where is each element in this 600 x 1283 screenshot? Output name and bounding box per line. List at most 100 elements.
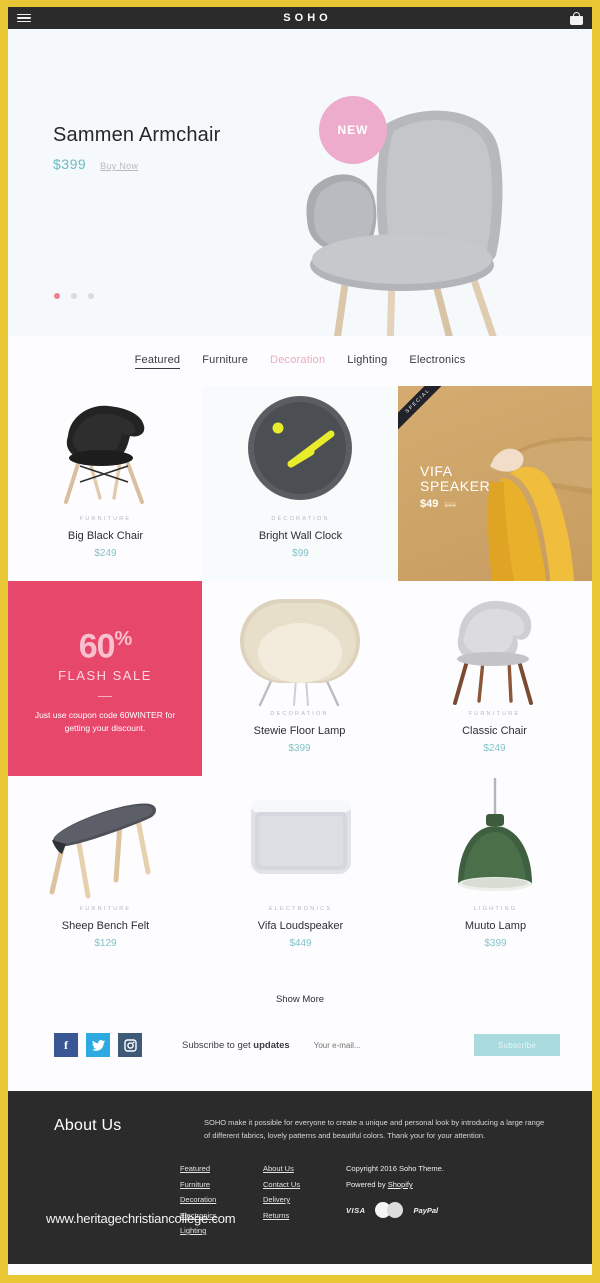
product-name: Vifa Loudspeaker (257, 920, 344, 932)
site-brand[interactable]: SOHO (31, 12, 570, 24)
footer-link-about-us[interactable]: About Us (263, 1164, 346, 1173)
copyright-text: Copyright 2016 Soho Theme. (346, 1164, 444, 1173)
shopify-link[interactable]: Shopify (388, 1180, 413, 1189)
category-filter-bar: Featured Furniture Decoration Lighting E… (8, 336, 592, 386)
footer-column-legal: Copyright 2016 Soho Theme. Powered by Sh… (346, 1164, 444, 1235)
footer-link-decoration[interactable]: Decoration (180, 1195, 263, 1204)
product-category: Electronics (268, 906, 333, 912)
hero-slider: Sammen Armchair $399 Buy Now NEW (8, 29, 592, 336)
show-more-section: Show More (8, 971, 592, 1033)
product-thumb (203, 776, 398, 906)
big-black-chair-image (64, 405, 145, 504)
newsletter-label-emphasis: updates (253, 1039, 290, 1051)
promo-card-vifa-speaker[interactable]: SPECIAL VIFA SPEAKER $49 $99 (398, 386, 592, 581)
product-card-classic-chair[interactable]: Furniture Classic Chair $249 (397, 581, 592, 776)
product-card-vifa-loudspeaker[interactable]: Electronics Vifa Loudspeaker $449 (203, 776, 398, 971)
footer-link-furniture[interactable]: Furniture (180, 1180, 263, 1189)
product-price: $399 (484, 938, 507, 949)
stewie-floor-lamp-image (240, 599, 360, 707)
paypal-icon: PayPal (413, 1205, 439, 1215)
product-category: Furniture (79, 516, 132, 522)
vifa-price-old: $99 (444, 502, 457, 509)
filter-lighting[interactable]: Lighting (347, 354, 387, 368)
filter-electronics[interactable]: Electronics (409, 354, 465, 368)
product-category: Decoration (270, 711, 329, 717)
hero-price: $399 (53, 156, 87, 172)
powered-by-text: Powered by Shopify (346, 1180, 413, 1189)
vifa-title: VIFA SPEAKER (420, 464, 490, 494)
product-name: Stewie Floor Lamp (253, 725, 346, 737)
watermark-text: www.heritagechristiancollege.com (46, 1211, 236, 1226)
filter-featured[interactable]: Featured (134, 354, 181, 369)
subscribe-button[interactable]: Subscribe (474, 1034, 560, 1056)
product-price: $449 (289, 938, 312, 949)
product-thumb (8, 776, 203, 906)
about-us-title: About Us (54, 1117, 122, 1134)
bag-icon[interactable] (570, 11, 583, 25)
twitter-icon[interactable] (86, 1033, 110, 1057)
product-thumb (398, 776, 592, 906)
product-card-bright-wall-clock[interactable]: Decoration Bright Wall Clock $99 (203, 386, 398, 581)
product-thumb (203, 386, 398, 516)
footer-link-lighting[interactable]: Lighting (180, 1226, 263, 1235)
hamburger-icon[interactable] (17, 13, 31, 23)
product-name: Sheep Bench Felt (61, 920, 150, 932)
footer-link-featured[interactable]: Featured (180, 1164, 263, 1173)
product-grid-row-1: Furniture Big Black Chair $249 D (8, 386, 592, 581)
product-card-stewie-floor-lamp[interactable]: Decoration Stewie Floor Lamp $399 (202, 581, 397, 776)
divider (98, 695, 112, 697)
carousel-dot-3[interactable] (88, 293, 94, 299)
footer-link-delivery[interactable]: Delivery (263, 1195, 346, 1204)
product-name: Classic Chair (462, 725, 527, 737)
product-grid-row-2: 60% FLASH SALE Just use coupon code 60WI… (8, 581, 592, 776)
vifa-price-new: $49 (420, 498, 439, 510)
visa-icon: VISA (346, 1205, 366, 1215)
product-card-sheep-bench-felt[interactable]: Furniture Sheep Bench Felt $129 (8, 776, 203, 971)
browser-viewport: SOHO Sammen Armchair $399 Buy Now NEW Fe… (8, 7, 592, 1275)
product-thumb (202, 581, 397, 711)
flash-sale-percent: 60% (78, 627, 133, 666)
filter-decoration[interactable]: Decoration (270, 354, 325, 368)
buy-now-link[interactable]: Buy Now (100, 161, 138, 171)
hero-title: Sammen Armchair (53, 124, 221, 146)
vifa-title-line1: VIFA (420, 463, 453, 479)
carousel-dot-2[interactable] (71, 293, 77, 299)
product-name: Big Black Chair (67, 530, 144, 542)
product-grid-row-3: Furniture Sheep Bench Felt $129 Electron… (8, 776, 592, 971)
mastercard-icon (374, 1202, 405, 1218)
instagram-icon[interactable] (118, 1033, 142, 1057)
product-price: $129 (94, 938, 117, 949)
product-card-muuto-lamp[interactable]: Lighting Muuto Lamp $399 (398, 776, 592, 971)
hero-product-image (306, 110, 503, 336)
show-more-button[interactable]: Show More (276, 994, 324, 1005)
email-input[interactable] (313, 1040, 414, 1050)
vifa-loudspeaker-image (251, 800, 351, 874)
footer-link-returns[interactable]: Returns (263, 1211, 346, 1220)
about-us-text: SOHO make it possible for everyone to cr… (204, 1118, 545, 1140)
flash-sale-label: FLASH SALE (58, 667, 152, 683)
promo-card-flash-sale[interactable]: 60% FLASH SALE Just use coupon code 60WI… (8, 581, 202, 776)
bright-wall-clock-image (248, 396, 352, 500)
twitter-bird-glyph (91, 1039, 105, 1051)
classic-chair-image (453, 600, 533, 705)
filter-furniture[interactable]: Furniture (202, 354, 248, 368)
product-price: $99 (292, 548, 309, 559)
hero-copy: Sammen Armchair $399 Buy Now (53, 124, 221, 172)
carousel-dot-1[interactable] (54, 293, 60, 299)
new-badge: NEW (319, 96, 387, 164)
footer-link-contact-us[interactable]: Contact Us (263, 1180, 346, 1189)
product-category: Furniture (468, 711, 521, 717)
newsletter-label: Subscribe to get updates (182, 1039, 290, 1051)
site-header: SOHO (8, 7, 592, 29)
percent-symbol: % (114, 628, 133, 651)
vifa-prices: $49 $99 (420, 498, 456, 510)
flash-sale-text: Just use coupon code 60WINTER for gettin… (34, 709, 176, 733)
newsletter-bar: f Subscribe to get updates Subscribe (8, 1033, 592, 1091)
product-name: Muuto Lamp (464, 920, 527, 932)
payment-methods: VISA PayPal (346, 1202, 444, 1218)
product-category: Lighting (473, 906, 518, 912)
product-card-big-black-chair[interactable]: Furniture Big Black Chair $249 (8, 386, 203, 581)
facebook-icon[interactable]: f (54, 1033, 78, 1057)
carousel-dots (54, 293, 94, 299)
product-category: Decoration (271, 516, 330, 522)
